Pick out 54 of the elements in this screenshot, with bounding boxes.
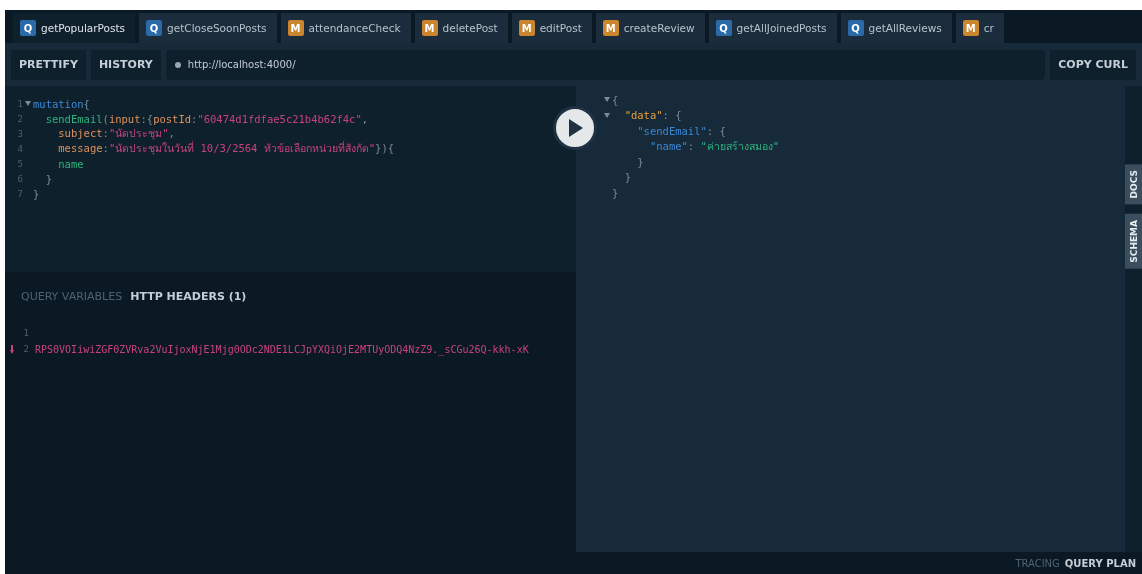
code-line: subject:"นัดประชุม",: [57, 126, 175, 141]
toolbar-button[interactable]: HISTORY: [90, 49, 161, 80]
code-line: name: [57, 157, 84, 170]
line-number: 3: [16, 128, 23, 139]
code-line: "data": {: [623, 109, 682, 122]
play-icon: [567, 119, 583, 137]
url-field[interactable]: http://localhost:4000/: [165, 49, 1046, 80]
code-line: sendEmail(input:{postId:"60474d1fdfae5c21b4b62f4c",: [44, 112, 369, 125]
fold-arrow-icon[interactable]: [25, 101, 31, 106]
code-line: }: [612, 186, 619, 199]
query-tab[interactable]: M cr: [955, 13, 1004, 43]
query-tab[interactable]: Q getCloseSoonPosts: [139, 13, 277, 43]
query-tab[interactable]: M createReview: [595, 13, 705, 43]
fold-arrow-icon[interactable]: [604, 97, 610, 103]
line-number: 1: [22, 328, 29, 338]
query-tab[interactable]: M deletePost: [414, 13, 508, 43]
operation-badge: M: [518, 20, 535, 36]
query-tab[interactable]: Q getPopularPosts: [13, 13, 136, 43]
line-number: 1: [16, 98, 23, 109]
code-line: }: [44, 172, 52, 185]
operation-badge: Q: [146, 20, 163, 36]
query-tab[interactable]: Q getAllJoinedPosts: [708, 13, 837, 43]
code-line: RPS0VOIiwiZGF0ZVRva2VuIjoxNjE1Mjg0ODc2NDE1LCJpYXQiOjE2MTUyODQ4NzZ9._sCGu26Q-kkh-xK: [35, 343, 529, 355]
operation-badge: M: [287, 20, 304, 36]
line-number: 7: [16, 188, 23, 199]
operation-badge: M: [962, 20, 979, 36]
footer-tab[interactable]: QUERY PLAN: [1064, 557, 1136, 569]
operation-badge: Q: [847, 20, 864, 36]
code-line: message:"นัดประชุมในวันที่ 10/3/2564 หัวข้อเลือกหน่วยที่สังกัด"}){: [57, 140, 395, 157]
status-dot-icon: [174, 61, 181, 68]
copy-curl-button[interactable]: COPY CURL: [1050, 49, 1136, 80]
code-line: }: [636, 155, 644, 168]
fold-arrow-icon[interactable]: [604, 112, 610, 118]
code-line: }: [33, 187, 40, 200]
line-number: 6: [16, 173, 23, 184]
code-line: "name": "ค่ายสร้างสมอง": [648, 138, 780, 154]
line-number: 2: [16, 113, 23, 124]
side-tab[interactable]: DOCS: [1125, 164, 1142, 205]
code-line: mutation{: [33, 97, 90, 110]
query-tab[interactable]: M editPost: [511, 13, 592, 43]
code-line: "sendEmail": {: [636, 124, 726, 137]
query-tab[interactable]: M attendanceCheck: [280, 13, 411, 43]
operation-badge: Q: [715, 20, 732, 36]
error-marker-icon: [10, 344, 14, 354]
line-number: 2: [22, 344, 29, 354]
code-line: {: [612, 93, 619, 106]
code-line: }: [623, 171, 631, 184]
operation-badge: M: [421, 20, 438, 36]
operation-badge: M: [602, 20, 619, 36]
side-tab[interactable]: SCHEMA: [1125, 214, 1142, 270]
query-tab[interactable]: Q getAllReviews: [840, 13, 952, 43]
operation-badge: Q: [20, 20, 36, 36]
toolbar-button[interactable]: PRETTIFY: [11, 49, 86, 80]
panel-tab[interactable]: HTTP HEADERS (1): [130, 290, 247, 303]
